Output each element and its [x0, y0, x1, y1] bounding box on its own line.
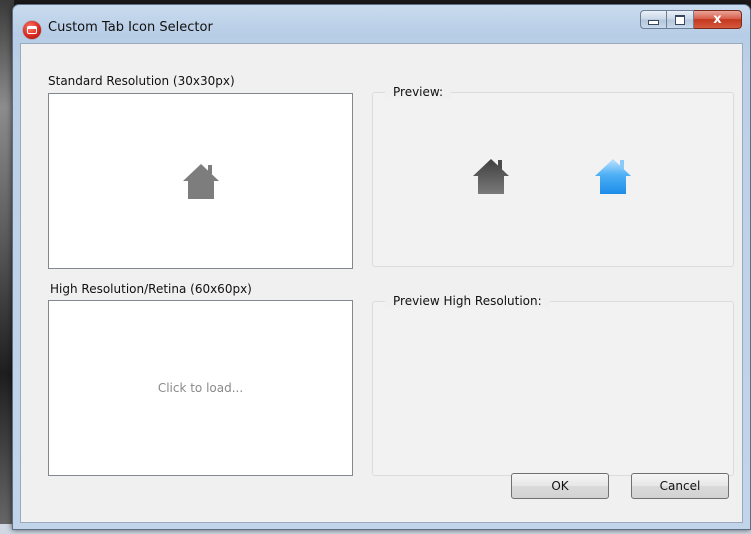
close-icon: x — [713, 12, 722, 27]
preview-high-resolution-group: Preview High Resolution: — [372, 294, 734, 476]
maximize-button[interactable] — [667, 10, 694, 29]
preview-high-resolution-label: Preview High Resolution: — [385, 294, 550, 308]
dialog-client-area: Standard Resolution (30x30px) High Resol… — [20, 43, 743, 523]
house-icon — [182, 164, 219, 199]
title-bar[interactable]: Custom Tab Icon Selector x — [13, 5, 750, 45]
standard-icon-box[interactable] — [48, 93, 353, 269]
house-icon-gray — [473, 159, 509, 194]
maximize-icon — [675, 14, 685, 25]
high-resolution-label: High Resolution/Retina (60x60px) — [50, 282, 252, 296]
ok-button[interactable]: OK — [511, 473, 609, 499]
minimize-button[interactable] — [640, 10, 667, 29]
preview-label: Preview: — [385, 85, 452, 99]
close-button[interactable]: x — [694, 10, 742, 29]
click-to-load-hint: Click to load... — [157, 381, 244, 395]
app-icon[interactable] — [23, 21, 41, 39]
house-icon-blue — [595, 159, 631, 194]
dialog-window: Custom Tab Icon Selector x Standard Reso… — [12, 4, 751, 530]
preview-group: Preview: — [372, 85, 734, 267]
high-resolution-icon-box[interactable]: Click to load... — [48, 300, 353, 476]
minimize-icon — [648, 20, 659, 25]
window-title: Custom Tab Icon Selector — [48, 20, 213, 35]
window-controls: x — [640, 10, 742, 34]
cancel-button[interactable]: Cancel — [631, 473, 729, 499]
standard-resolution-label: Standard Resolution (30x30px) — [48, 74, 235, 88]
